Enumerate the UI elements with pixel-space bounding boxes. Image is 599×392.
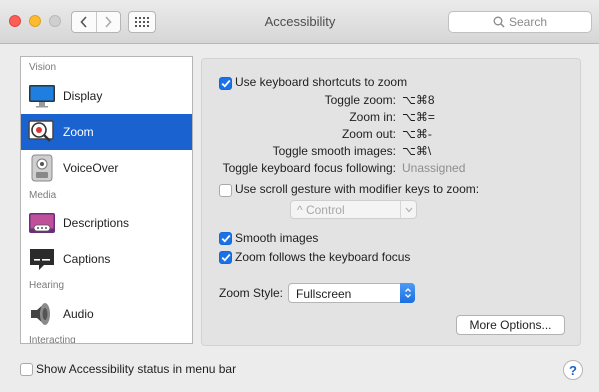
section-header-interacting: Interacting	[29, 335, 76, 344]
voiceover-icon	[27, 153, 57, 183]
checkmark-icon	[221, 253, 230, 262]
modifier-key-value: ^ Control	[297, 203, 345, 217]
sidebar-item-voiceover[interactable]: VoiceOver	[21, 150, 192, 186]
updown-arrows-icon	[400, 283, 415, 303]
search-field[interactable]: Search	[448, 11, 592, 33]
shortcut-row: Toggle keyboard focus following: Unassig…	[202, 161, 582, 177]
sidebar-item-label: Captions	[63, 252, 111, 266]
category-list: Vision Display Zoom VoiceOver Media Desc…	[20, 56, 193, 344]
sidebar-item-zoom[interactable]: Zoom	[21, 114, 192, 150]
shortcut-row: Toggle smooth images: ⌥⌘\	[202, 144, 582, 160]
keyboard-shortcuts-checkbox[interactable]	[219, 77, 232, 90]
show-status-label: Show Accessibility status in menu bar	[36, 362, 237, 376]
close-window-button[interactable]	[9, 15, 21, 27]
smooth-images-checkbox[interactable]	[219, 232, 232, 245]
zoom-style-popup[interactable]: Fullscreen	[288, 283, 415, 303]
show-status-checkbox[interactable]	[20, 363, 33, 376]
sidebar-item-display[interactable]: Display	[21, 78, 192, 114]
shortcut-row: Zoom out: ⌥⌘-	[202, 127, 582, 143]
chevron-right-icon	[105, 16, 112, 28]
sidebar-item-audio[interactable]: Audio	[21, 296, 192, 332]
audio-icon	[27, 299, 57, 329]
follow-focus-checkbox[interactable]	[219, 251, 232, 264]
modifier-key-popup[interactable]: ^ Control	[290, 200, 417, 219]
descriptions-icon	[27, 208, 57, 238]
follow-focus-label: Zoom follows the keyboard focus	[235, 250, 411, 264]
back-button[interactable]	[72, 12, 96, 32]
window-title: Accessibility	[264, 14, 336, 29]
shortcut-value: ⌥⌘=	[402, 110, 435, 124]
zoom-style-label: Zoom Style:	[219, 286, 284, 300]
scroll-gesture-label: Use scroll gesture with modifier keys to…	[235, 182, 480, 196]
section-header-vision: Vision	[29, 62, 57, 73]
checkmark-icon	[221, 79, 230, 88]
captions-icon	[27, 244, 57, 274]
chevron-down-icon	[400, 201, 416, 218]
sidebar-item-label: Audio	[63, 307, 94, 321]
chevron-left-icon	[80, 16, 87, 28]
shortcut-row: Toggle zoom: ⌥⌘8	[202, 93, 582, 109]
keyboard-shortcuts-label: Use keyboard shortcuts to zoom	[235, 75, 408, 89]
show-all-button[interactable]	[128, 11, 156, 33]
back-forward-group	[71, 11, 121, 33]
shortcut-label: Zoom in:	[349, 110, 396, 124]
display-icon	[27, 81, 57, 111]
section-header-media: Media	[29, 190, 57, 201]
grid-icon	[135, 17, 149, 27]
shortcut-value: ⌥⌘\	[402, 144, 432, 158]
shortcut-label: Toggle zoom:	[324, 93, 396, 107]
more-options-button[interactable]: More Options...	[456, 315, 565, 335]
sidebar-item-captions[interactable]: Captions	[21, 241, 192, 277]
sidebar-item-label: Descriptions	[63, 216, 130, 230]
minimize-window-button[interactable]	[29, 15, 41, 27]
checkmark-icon	[221, 234, 230, 243]
shortcut-label: Toggle smooth images:	[272, 144, 396, 158]
smooth-images-label: Smooth images	[235, 231, 319, 245]
zoom-icon	[27, 117, 57, 147]
zoom-settings-panel: Use keyboard shortcuts to zoom Toggle zo…	[201, 58, 581, 346]
zoom-style-value: Fullscreen	[296, 287, 352, 301]
section-header-hearing: Hearing	[29, 280, 65, 291]
shortcut-label: Zoom out:	[341, 127, 396, 141]
sidebar-item-label: Display	[63, 89, 103, 103]
shortcut-label: Toggle keyboard focus following:	[222, 161, 396, 175]
shortcut-row: Zoom in: ⌥⌘=	[202, 110, 582, 126]
forward-button[interactable]	[95, 12, 121, 32]
sidebar-item-label: Zoom	[63, 125, 94, 139]
help-button[interactable]: ?	[563, 360, 583, 380]
scroll-gesture-checkbox[interactable]	[219, 184, 232, 197]
shortcut-value: Unassigned	[402, 161, 466, 175]
maximize-window-button[interactable]	[49, 15, 61, 27]
shortcut-value: ⌥⌘-	[402, 127, 432, 141]
search-placeholder: Search	[508, 15, 548, 29]
search-icon	[493, 16, 505, 28]
sidebar-item-descriptions[interactable]: Descriptions	[21, 205, 192, 241]
shortcut-value: ⌥⌘8	[402, 93, 435, 107]
sidebar-item-label: VoiceOver	[63, 161, 119, 175]
title-bar: Accessibility Search	[0, 0, 599, 44]
